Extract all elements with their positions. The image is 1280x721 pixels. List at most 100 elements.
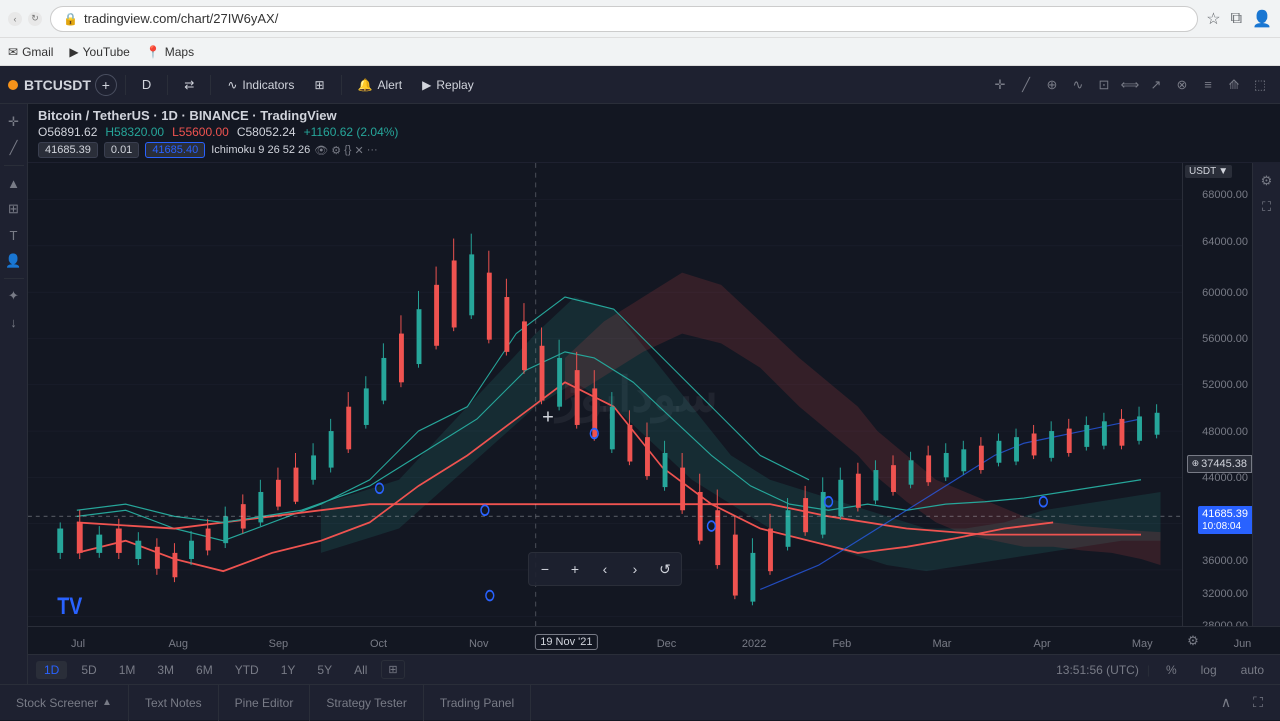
- alert-label: Alert: [377, 78, 402, 92]
- stock-screener-arrow-icon: ▲: [102, 697, 112, 708]
- chart-timestamp: 13:51:56 (UTC): [1056, 663, 1139, 677]
- add-symbol-button[interactable]: +: [95, 74, 117, 96]
- timeframe-1d-button[interactable]: 1D: [36, 661, 67, 679]
- timeframe-1m-button[interactable]: 1M: [111, 661, 144, 679]
- text-tool[interactable]: T: [2, 223, 26, 247]
- zoom-in-button[interactable]: +: [561, 555, 589, 583]
- indicator-show-btn[interactable]: 👁: [314, 144, 328, 157]
- shapes-tool[interactable]: ▲: [2, 171, 26, 195]
- timeframe-1y-button[interactable]: 1Y: [273, 661, 304, 679]
- browser-refresh-button[interactable]: ↻: [28, 12, 42, 26]
- timeframe-all-button[interactable]: All: [346, 661, 375, 679]
- toolbar-right-fib[interactable]: ∿: [1066, 73, 1090, 97]
- time-axis-settings-button[interactable]: ⚙: [1181, 629, 1205, 653]
- panel-tab-trading-panel[interactable]: Trading Panel: [424, 685, 531, 721]
- toolbar-right-arrow[interactable]: ↗: [1144, 73, 1168, 97]
- panel-tab-strategy-tester[interactable]: Strategy Tester: [310, 685, 423, 721]
- right-tool-fullscreen[interactable]: ⛶: [1255, 195, 1279, 219]
- timeframe-selector[interactable]: D: [134, 74, 159, 95]
- time-tick-dec: Dec: [657, 638, 677, 650]
- log-toggle[interactable]: log: [1193, 661, 1225, 679]
- zoom-tool[interactable]: ↓: [2, 310, 26, 334]
- toolbar-right-crosshair[interactable]: ✛: [988, 73, 1012, 97]
- price-tag-3: 41685.40: [145, 142, 205, 158]
- indicators-button[interactable]: ∿ Indicators: [219, 74, 302, 96]
- timeframe-5d-button[interactable]: 5D: [73, 661, 104, 679]
- chart-row: سودابوز: [28, 163, 1280, 626]
- current-price-label: 41685.39 10:08:04: [1198, 506, 1252, 534]
- fullscreen-panel-button[interactable]: ⛶: [1244, 689, 1272, 717]
- draw-line-tool[interactable]: ╱: [2, 136, 26, 160]
- bookmark-gmail[interactable]: ✉ Gmail: [8, 45, 53, 59]
- indicator-more-btn[interactable]: ···: [367, 144, 378, 157]
- replay-icon: ▶: [422, 78, 431, 92]
- indicator-close-btn[interactable]: ✕: [354, 144, 363, 157]
- chart-canvas[interactable]: سودابوز: [28, 163, 1182, 626]
- panel-tab-stock-screener[interactable]: Stock Screener ▲: [0, 685, 129, 721]
- toolbar-right-line[interactable]: ╱: [1014, 73, 1038, 97]
- separator-3: [210, 75, 211, 95]
- compare-chart-button[interactable]: ⊞: [381, 660, 404, 679]
- timeframe-ytd-button[interactable]: YTD: [227, 661, 267, 679]
- indicator-label: Ichimoku 9 26 52 26: [211, 144, 310, 156]
- time-tick-apr: Apr: [1034, 638, 1051, 650]
- price-tick-44000: 44000.00: [1202, 472, 1248, 484]
- timeframe-3m-button[interactable]: 3M: [149, 661, 182, 679]
- time-tick-feb: Feb: [832, 638, 851, 650]
- time-tick-mar: Mar: [932, 638, 951, 650]
- currency-badge[interactable]: USDT ▼: [1185, 165, 1232, 178]
- auto-toggle[interactable]: auto: [1233, 661, 1272, 679]
- toolbar-right-trash[interactable]: ⬚: [1248, 73, 1272, 97]
- alert-button[interactable]: 🔔 Alert: [350, 74, 411, 96]
- address-bar[interactable]: 🔒 tradingview.com/chart/27IW6yAX/: [50, 6, 1198, 32]
- bookmark-maps[interactable]: 📍 Maps: [146, 45, 194, 59]
- pine-editor-label: Pine Editor: [235, 696, 294, 710]
- timeframe-6m-button[interactable]: 6M: [188, 661, 221, 679]
- right-tool-settings[interactable]: ⚙: [1255, 169, 1279, 193]
- panel-tab-pine-editor[interactable]: Pine Editor: [219, 685, 311, 721]
- zoom-out-button[interactable]: −: [531, 555, 559, 583]
- youtube-icon: ▶: [69, 45, 78, 59]
- indicator-code-btn[interactable]: {}: [344, 144, 351, 157]
- indicator-tag[interactable]: Ichimoku 9 26 52 26 👁 ⚙ {} ✕ ···: [211, 144, 378, 157]
- browser-back-button[interactable]: ‹: [8, 12, 22, 26]
- time-tick-may: May: [1132, 638, 1153, 650]
- collapse-panel-button[interactable]: ∧: [1212, 689, 1240, 717]
- bookmark-youtube[interactable]: ▶ YouTube: [69, 45, 129, 59]
- panel-tab-text-notes[interactable]: Text Notes: [129, 685, 219, 721]
- status-bar: Stock Screener ▲ Text Notes Pine Editor …: [0, 684, 1280, 720]
- chart-nav-controls: − + ‹ › ↺: [528, 552, 682, 586]
- extensions-icon[interactable]: ⧉: [1231, 10, 1242, 28]
- cursor-tool[interactable]: ✛: [2, 110, 26, 134]
- measurement-tool[interactable]: ✦: [2, 284, 26, 308]
- scroll-forward-button[interactable]: ›: [621, 555, 649, 583]
- symbol-selector[interactable]: BTCUSDT: [8, 77, 91, 93]
- toolbar-right-lock[interactable]: ≡: [1196, 73, 1220, 97]
- patterns-tool[interactable]: 👤: [2, 249, 26, 273]
- replay-button[interactable]: ▶ Replay: [414, 74, 482, 96]
- compare-button[interactable]: ⇄: [176, 74, 202, 96]
- gmail-icon: ✉: [8, 45, 18, 59]
- toolbar-right-undo[interactable]: ⟰: [1222, 73, 1246, 97]
- timeframe-5y-button[interactable]: 5Y: [309, 661, 340, 679]
- percent-toggle[interactable]: %: [1158, 661, 1185, 679]
- indicator-settings-btn[interactable]: ⚙: [331, 144, 341, 157]
- profile-icon[interactable]: 👤: [1252, 9, 1272, 29]
- text-notes-label: Text Notes: [145, 696, 202, 710]
- reset-chart-button[interactable]: ↺: [651, 555, 679, 583]
- scroll-back-button[interactable]: ‹: [591, 555, 619, 583]
- kijun-dot: [481, 505, 489, 515]
- templates-button[interactable]: ⊞: [306, 74, 332, 96]
- toolbar-right-rect[interactable]: ⊡: [1092, 73, 1116, 97]
- toolbar-right-magnet[interactable]: ⊗: [1170, 73, 1194, 97]
- price-tags: 41685.39 0.01 41685.40 Ichimoku 9 26 52 …: [38, 142, 1270, 158]
- toolbar-right-parallel[interactable]: ⟺: [1118, 73, 1142, 97]
- gmail-label: Gmail: [22, 45, 53, 59]
- fib-tool[interactable]: ⊞: [2, 197, 26, 221]
- status-bar-right: ∧ ⛶: [1212, 689, 1280, 717]
- left-tool-sep-1: [4, 165, 24, 166]
- youtube-label: YouTube: [83, 45, 130, 59]
- toolbar-right-ruler[interactable]: ⊕: [1040, 73, 1064, 97]
- bookmark-star-icon[interactable]: ☆: [1206, 9, 1220, 29]
- chikou-dot-2: [708, 521, 716, 531]
